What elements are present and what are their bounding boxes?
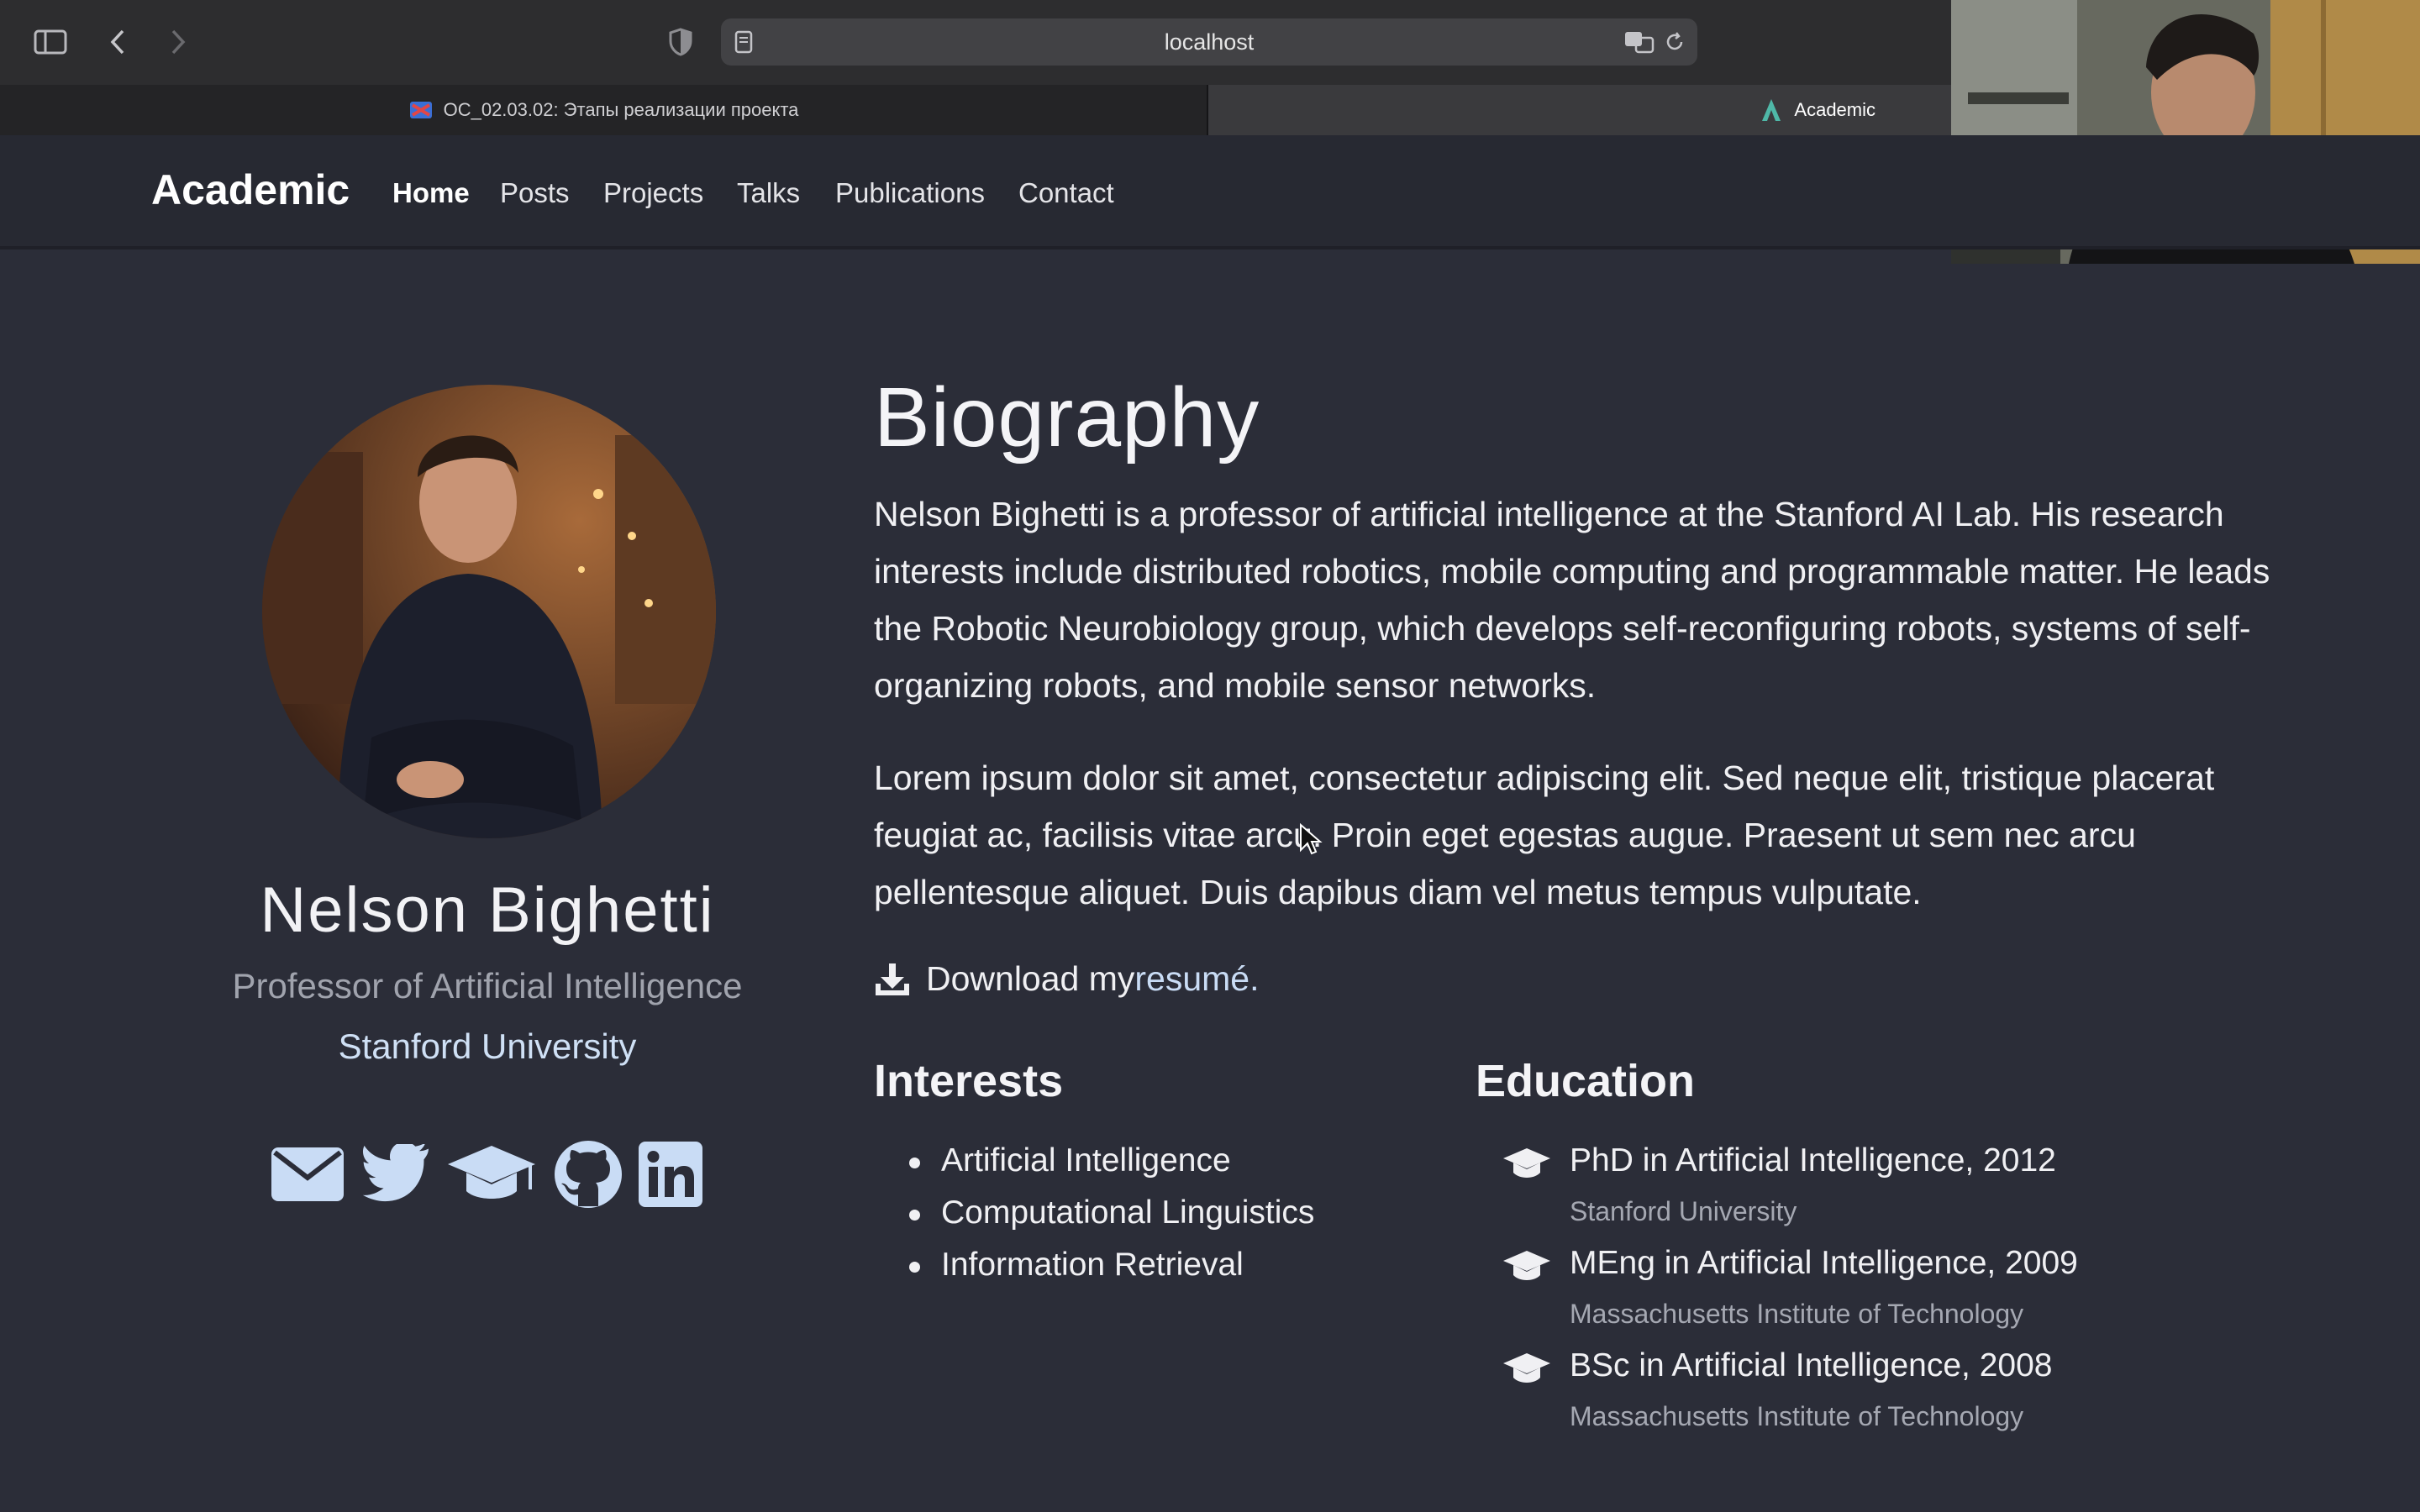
download-resume: Download my resumé . <box>874 959 1260 999</box>
translate-icon[interactable] <box>1623 29 1655 55</box>
profile-role: Professor of Artificial Intelligence <box>232 966 743 1005</box>
shield-icon <box>669 28 692 56</box>
privacy-shield-button[interactable] <box>662 24 699 60</box>
download-icon <box>876 963 909 995</box>
biography-paragraph: Nelson Bighetti is a professor of artifi… <box>874 495 2270 705</box>
social-scholar-link[interactable] <box>445 1139 538 1210</box>
forward-button[interactable] <box>160 24 197 60</box>
interests-title: Interests <box>874 1056 1064 1106</box>
download-period: . <box>1249 959 1260 998</box>
tab-academic[interactable]: Academic <box>1208 85 1951 135</box>
github-icon <box>555 1141 622 1208</box>
graduation-cap-icon <box>1503 1353 1550 1383</box>
education-course: MEng in Artificial Intelligence, 2009 <box>1570 1245 2078 1281</box>
social-twitter-link[interactable] <box>360 1139 434 1210</box>
biography-title: Biography <box>874 370 1260 465</box>
interest-item: Artificial Intelligence <box>941 1142 1231 1179</box>
education-institution: Massachusetts Institute of Technology <box>1570 1299 2024 1329</box>
nav-link-posts[interactable]: Posts <box>500 177 570 209</box>
social-linkedin-link[interactable] <box>637 1139 704 1210</box>
graduation-cap-icon <box>1503 1148 1550 1178</box>
bullet-icon <box>909 1262 920 1273</box>
resume-link[interactable]: resumé <box>1134 959 1249 999</box>
bullet-icon <box>909 1210 920 1221</box>
academic-logo-icon <box>1762 99 1781 121</box>
reload-icon[interactable] <box>1664 31 1686 53</box>
tab-project-stages[interactable]: ОС_02.03.02: Этапы реализации проекта <box>0 85 1208 135</box>
graduation-cap-icon <box>1503 1251 1550 1280</box>
back-button[interactable] <box>99 24 136 60</box>
download-text: Download my <box>926 959 1135 998</box>
sidebar-icon <box>34 29 67 55</box>
biography-paragraph: Lorem ipsum dolor sit amet, consectetur … <box>874 759 2215 911</box>
avatar <box>262 385 716 838</box>
bullet-icon <box>909 1158 920 1168</box>
tab-label: ОС_02.03.02: Этапы реализации проекта <box>443 99 799 120</box>
flag-icon <box>409 102 432 118</box>
address-text: localhost <box>1164 29 1255 55</box>
education-institution: Stanford University <box>1570 1196 1797 1226</box>
interest-item: Computational Linguistics <box>941 1194 1315 1231</box>
education-title: Education <box>1476 1056 1696 1106</box>
nav-link-home[interactable]: Home <box>392 177 470 209</box>
interest-item: Information Retrieval <box>941 1247 1244 1283</box>
chevron-right-icon <box>171 29 186 55</box>
chevron-left-icon <box>110 29 124 55</box>
site-navbar: Academic Home Posts Projects Talks Publi… <box>0 135 2420 249</box>
tab-label: Academic <box>1794 99 1876 120</box>
browser-toolbar: localhost <box>0 0 1951 85</box>
site-brand[interactable]: Academic <box>151 165 350 214</box>
profile-name: Nelson Bighetti <box>260 874 715 946</box>
sidebar-toggle-button[interactable] <box>32 24 69 60</box>
envelope-icon <box>271 1147 344 1201</box>
browser-tab-bar: ОС_02.03.02: Этапы реализации проекта Ac… <box>0 85 1951 135</box>
social-email-link[interactable] <box>271 1139 345 1210</box>
education-course: BSc in Artificial Intelligence, 2008 <box>1570 1347 2053 1383</box>
nav-link-publications[interactable]: Publications <box>835 177 985 209</box>
address-bar[interactable]: localhost <box>721 18 1697 66</box>
linkedin-icon <box>639 1142 702 1207</box>
nav-link-contact[interactable]: Contact <box>1018 177 1114 209</box>
graduation-cap-icon <box>448 1146 535 1199</box>
twitter-icon <box>362 1144 429 1202</box>
education-course: PhD in Artificial Intelligence, 2012 <box>1570 1142 2056 1179</box>
education-institution: Massachusetts Institute of Technology <box>1570 1401 2024 1431</box>
mouse-cursor-icon <box>1300 823 1323 855</box>
social-github-link[interactable] <box>551 1139 625 1210</box>
nav-link-talks[interactable]: Talks <box>737 177 800 209</box>
profile-organization[interactable]: Stanford University <box>134 1026 840 1067</box>
nav-link-projects[interactable]: Projects <box>603 177 703 209</box>
profile-photo <box>262 385 716 838</box>
